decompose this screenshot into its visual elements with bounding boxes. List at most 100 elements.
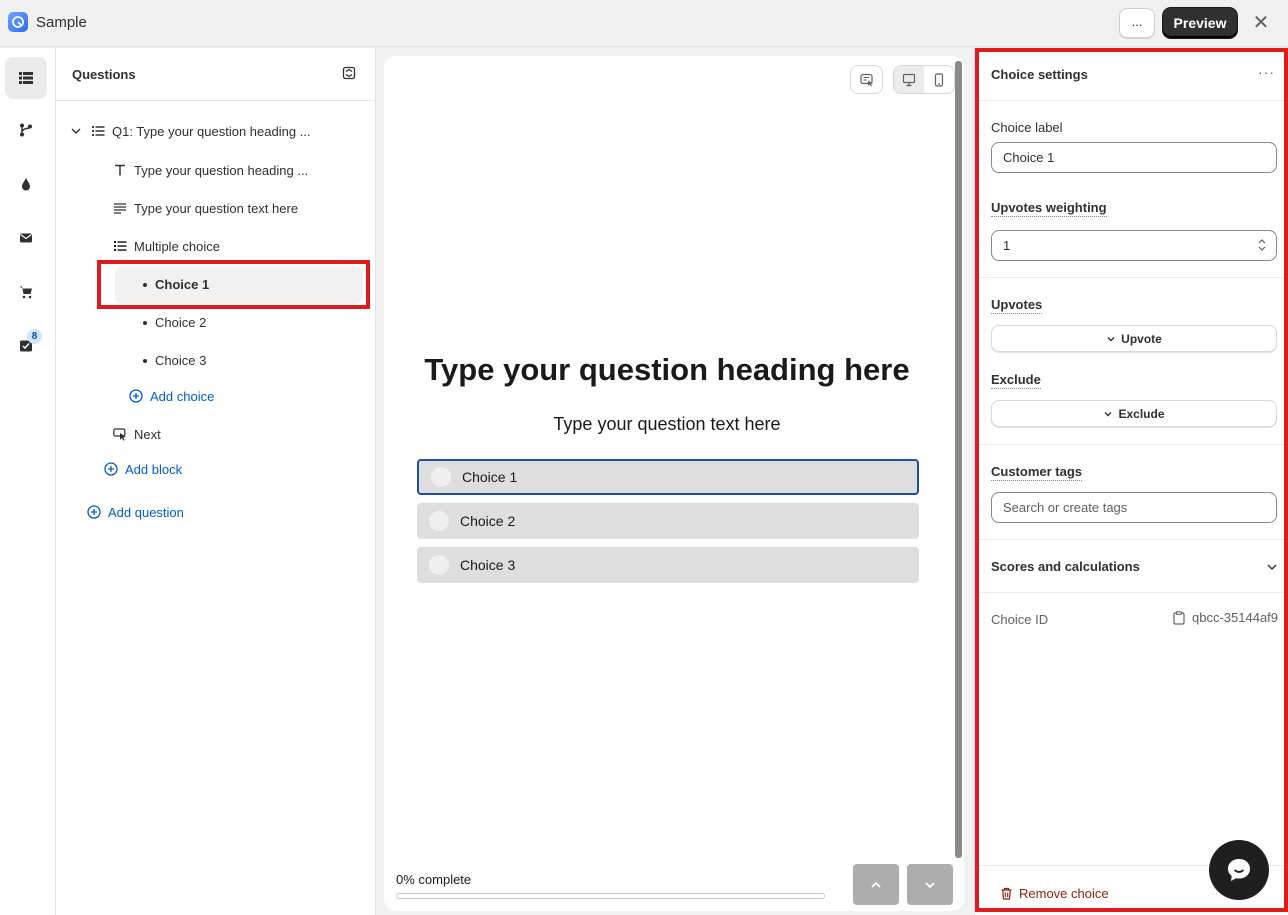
previous-question-button[interactable] — [853, 864, 899, 905]
upvotes-weighting-input[interactable]: 1 — [991, 230, 1277, 261]
inspect-icon[interactable] — [850, 65, 883, 94]
upvotes-weighting-title[interactable]: Upvotes weighting — [991, 200, 1107, 217]
block-next-label: Next — [134, 426, 161, 442]
choice-label-title: Choice label — [991, 120, 1063, 135]
choice-id-copy[interactable]: qbcc-35144af9 — [1173, 610, 1278, 625]
block-heading-label: Type your question heading ... — [134, 162, 309, 178]
block-text-label: Type your question text here — [134, 200, 299, 216]
plus-circle-icon — [86, 504, 102, 520]
bullet-icon — [143, 320, 147, 325]
add-choice-button[interactable]: Add choice — [128, 388, 214, 404]
block-text-row[interactable]: Type your question text here — [112, 200, 298, 216]
progress-bar — [396, 893, 825, 899]
chevron-up-icon — [871, 881, 881, 888]
question-q1-row[interactable]: Q1: Type your question heading ... — [68, 123, 311, 139]
exclude-button[interactable]: Exclude — [991, 400, 1277, 427]
divider — [979, 277, 1285, 278]
customer-tags-input[interactable]: Search or create tags — [991, 492, 1277, 523]
questions-title: Questions — [72, 67, 136, 82]
divider — [979, 592, 1285, 593]
upvote-button[interactable]: Upvote — [991, 325, 1277, 352]
app-title: Sample — [36, 14, 87, 31]
divider — [979, 539, 1285, 540]
add-choice-label: Add choice — [150, 388, 215, 404]
radio-icon — [429, 511, 449, 531]
tree-choice-2[interactable]: Choice 2 — [143, 315, 206, 330]
remove-choice-button[interactable]: Remove choice — [1000, 886, 1109, 901]
preview-question-heading: Type your question heading here — [424, 352, 910, 387]
block-next-row[interactable]: Next — [112, 426, 161, 442]
chevron-down-icon[interactable] — [1266, 561, 1278, 573]
upvotes-title[interactable]: Upvotes — [991, 297, 1043, 314]
preview-choice-3-label: Choice 3 — [460, 557, 516, 573]
preview-choice-3[interactable]: Choice 3 — [417, 547, 919, 583]
cart-icon[interactable] — [5, 271, 47, 313]
chevron-down-icon[interactable] — [68, 123, 84, 139]
chat-support-button[interactable] — [1209, 840, 1269, 900]
tree-choice-3-label: Choice 3 — [155, 353, 207, 368]
branch-icon[interactable] — [5, 109, 47, 151]
question-q1-label: Q1: Type your question heading ... — [112, 123, 311, 139]
questions-panel: Questions Q1: Type your question heading… — [56, 48, 376, 915]
radio-icon — [431, 467, 451, 487]
survey-preview: Type your question heading here Type you… — [384, 56, 964, 911]
preview-button[interactable]: Preview — [1163, 8, 1237, 38]
stepper-icon — [1258, 239, 1266, 251]
preview-choice-2[interactable]: Choice 2 — [417, 503, 919, 539]
app-logo-icon — [8, 12, 28, 32]
preview-question-text: Type your question text here — [553, 414, 781, 434]
divider — [979, 444, 1285, 445]
collapse-all-icon[interactable] — [342, 66, 356, 80]
plus-circle-icon — [103, 461, 119, 477]
tree-choice-3[interactable]: Choice 3 — [143, 353, 206, 368]
preview-choice-1[interactable]: Choice 1 — [417, 459, 919, 495]
list-icon — [90, 123, 106, 139]
choice-id-label: Choice ID — [991, 612, 1049, 627]
preview-scrollbar[interactable] — [955, 61, 962, 858]
close-icon[interactable]: ✕ — [1250, 12, 1272, 34]
navigation-rail: 8 — [0, 48, 56, 915]
add-question-button[interactable]: Add question — [86, 504, 184, 520]
customer-tags-title[interactable]: Customer tags — [991, 464, 1083, 481]
exclude-title[interactable]: Exclude — [991, 372, 1041, 389]
more-actions-button[interactable]: ... — [1119, 8, 1155, 38]
list-icon[interactable] — [5, 57, 47, 99]
add-block-button[interactable]: Add block — [103, 461, 182, 477]
trash-icon — [1001, 887, 1012, 900]
settings-title: Choice settings — [991, 67, 1088, 82]
text-type-icon — [112, 162, 128, 178]
choice-id-value: qbcc-35144af9 — [1192, 610, 1279, 625]
mobile-icon[interactable] — [924, 66, 954, 93]
tree-choice-2-label: Choice 2 — [155, 315, 207, 330]
mail-icon[interactable] — [5, 217, 47, 259]
remove-choice-label: Remove choice — [1019, 886, 1109, 901]
block-multiple-choice-label: Multiple choice — [134, 238, 220, 254]
chat-icon — [1228, 859, 1250, 881]
upvotes-weighting-value: 1 — [1003, 238, 1011, 253]
selection-highlight-box — [97, 260, 370, 309]
next-question-button[interactable] — [907, 864, 953, 905]
choice-label-input[interactable]: Choice 1 — [991, 142, 1277, 173]
block-heading-row[interactable]: Type your question heading ... — [112, 162, 308, 178]
device-toggle — [893, 65, 955, 94]
progress-label: 0% complete — [396, 872, 472, 887]
droplet-icon[interactable] — [5, 163, 47, 205]
clipboard-icon — [1173, 610, 1185, 625]
desktop-icon[interactable] — [894, 66, 924, 93]
bullet-icon — [143, 358, 147, 363]
cursor-button-icon — [112, 426, 128, 442]
exclude-button-label: Exclude — [1118, 406, 1165, 421]
list-icon — [112, 238, 128, 254]
plus-circle-icon — [128, 388, 144, 404]
questions-header: Questions — [56, 48, 376, 101]
upvote-button-label: Upvote — [1121, 331, 1162, 346]
block-multiple-choice-row[interactable]: Multiple choice — [112, 238, 220, 254]
checklist-icon[interactable]: 8 — [5, 325, 47, 367]
chevron-down-icon — [1104, 411, 1112, 416]
divider — [979, 100, 1285, 101]
scores-section-title[interactable]: Scores and calculations — [991, 559, 1140, 574]
settings-menu-icon[interactable]: ··· — [1258, 64, 1275, 80]
preview-choice-1-label: Choice 1 — [462, 469, 518, 485]
paragraph-icon — [112, 200, 128, 216]
add-block-label: Add block — [125, 461, 183, 477]
